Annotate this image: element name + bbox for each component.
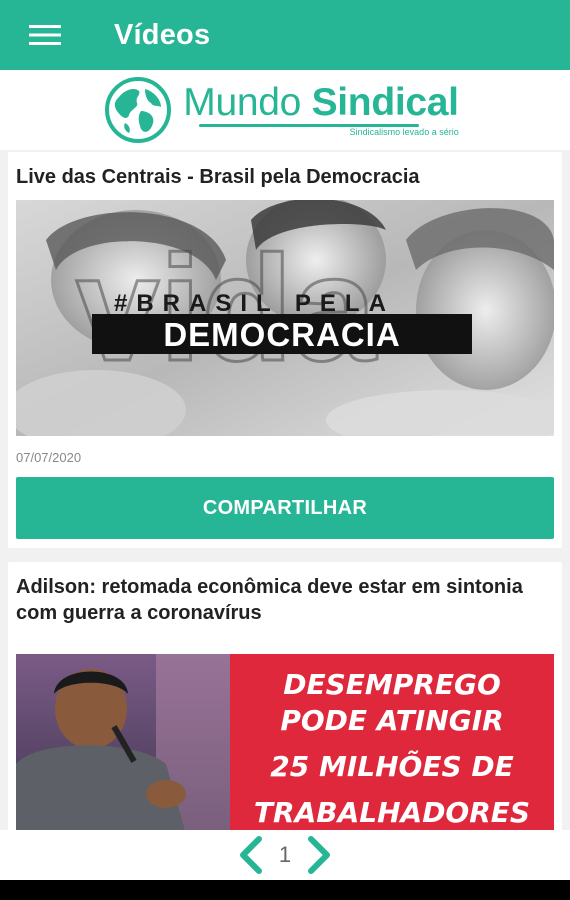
thumbnail-overlay-text: #BRASIL PELA: [114, 290, 395, 317]
video-thumbnail[interactable]: vida #BRASIL PELA DEMOCRACIA: [16, 200, 554, 436]
page-title: Vídeos: [114, 18, 211, 51]
brand-logo: Mundo Sindical Sindicalismo levado a sér…: [105, 77, 459, 143]
chevron-left-icon: [239, 836, 262, 874]
video-date: 07/07/2020: [16, 450, 82, 465]
system-navigation-bar: [0, 880, 570, 900]
app-bar: Vídeos: [0, 0, 570, 70]
share-button[interactable]: COMPARTILHAR: [16, 477, 554, 539]
brand-name-light: Mundo: [183, 81, 302, 124]
video-card: Live das Centrais - Brasil pela Democrac…: [8, 152, 562, 548]
brand-tagline: Sindicalismo levado a sério: [349, 127, 459, 137]
thumbnail-image: DESEMPREGO PODE ATINGIR 25 MILHÕES DE TR…: [16, 654, 554, 830]
video-thumbnail[interactable]: DESEMPREGO PODE ATINGIR 25 MILHÕES DE TR…: [16, 654, 554, 830]
thumbnail-headline: DEMOCRACIA: [163, 316, 400, 353]
hamburger-menu-icon: [29, 25, 61, 45]
brand-wordmark: Mundo Sindical Sindicalismo levado a sér…: [183, 81, 459, 138]
video-feed[interactable]: Live das Centrais - Brasil pela Democrac…: [0, 150, 570, 830]
globe-icon: [105, 77, 172, 143]
chevron-right-icon: [308, 836, 331, 874]
video-card: Adilson: retomada econômica deve estar e…: [8, 562, 562, 830]
brand-name-bold: Sindical: [311, 81, 459, 124]
thumbnail-line: DESEMPREGO: [283, 668, 501, 701]
brand-banner: Mundo Sindical Sindicalismo levado a sér…: [0, 70, 570, 150]
pagination: 1: [0, 830, 570, 880]
menu-button[interactable]: [0, 0, 90, 70]
video-title[interactable]: Adilson: retomada econômica deve estar e…: [16, 574, 554, 626]
thumbnail-line: TRABALHADORES: [254, 796, 530, 829]
current-page-number: 1: [278, 842, 292, 867]
thumbnail-line: 25 MILHÕES DE: [270, 749, 513, 783]
thumbnail-line: PODE ATINGIR: [280, 704, 503, 737]
next-page-button[interactable]: [299, 835, 339, 875]
brand-name: Mundo Sindical: [183, 81, 459, 124]
video-title[interactable]: Live das Centrais - Brasil pela Democrac…: [16, 164, 554, 190]
previous-page-button[interactable]: [231, 835, 271, 875]
thumbnail-image: vida #BRASIL PELA DEMOCRACIA: [16, 200, 554, 436]
